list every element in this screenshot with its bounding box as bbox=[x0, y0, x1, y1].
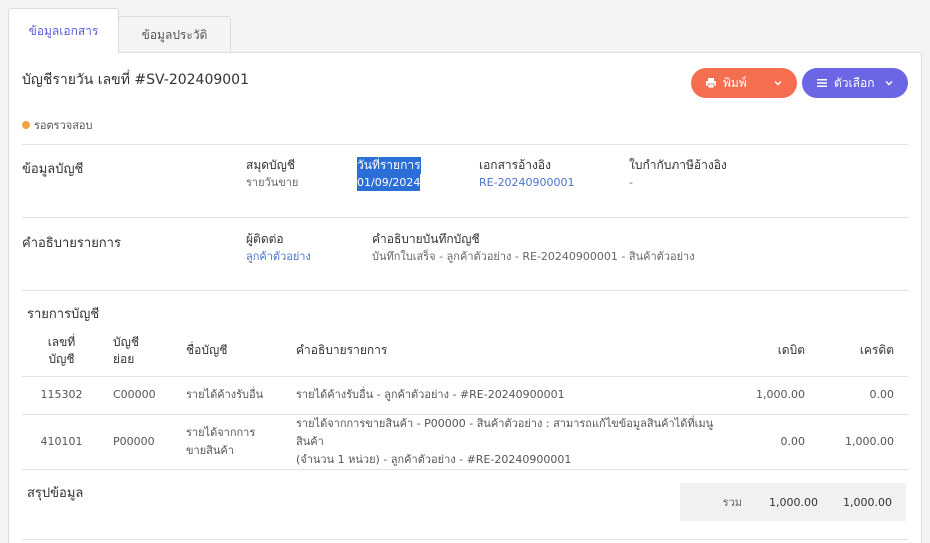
status-text: รอตรวจสอบ bbox=[34, 119, 93, 132]
printer-icon bbox=[706, 78, 716, 89]
contact-label: ผู้ติดต่อ bbox=[246, 232, 284, 246]
cell-debit: 0.00 bbox=[714, 414, 819, 470]
tab-label: ข้อมูลประวัติ bbox=[141, 27, 208, 42]
print-button-label: พิมพ์ bbox=[723, 75, 747, 90]
cell-description: รายได้จากการขายสินค้า - P00000 - สินค้าต… bbox=[284, 414, 714, 470]
cell-debit: 1,000.00 bbox=[714, 376, 819, 415]
menu-icon bbox=[817, 79, 827, 87]
page-title: บัญชีรายวัน เลขที่ #SV-202409001 bbox=[22, 72, 249, 88]
col-debit: เดบิต bbox=[714, 326, 819, 377]
col-account-name: ชื่อบัญชี bbox=[174, 326, 284, 377]
divider bbox=[22, 217, 908, 218]
divider bbox=[22, 144, 908, 145]
ref-doc-field: เอกสารอ้างอิง RE-20240900001 bbox=[479, 157, 575, 191]
tab-document-info[interactable]: ข้อมูลเอกสาร bbox=[8, 8, 119, 53]
ref-doc-label: เอกสารอ้างอิง bbox=[479, 158, 551, 172]
entries-section-label: รายการบัญชี bbox=[27, 307, 100, 322]
tax-ref-field: ใบกำกับภาษีอ้างอิง - bbox=[629, 157, 727, 191]
cell-account-no: 410101 bbox=[22, 414, 101, 470]
table-row: 115302 C00000 รายได้ค้างรับอื่น รายได้ค้… bbox=[22, 376, 908, 415]
total-credit: 1,000.00 bbox=[843, 495, 892, 509]
tab-label: ข้อมูลเอกสาร bbox=[28, 23, 99, 38]
cell-account-no: 115302 bbox=[22, 376, 101, 415]
divider bbox=[22, 290, 908, 291]
tax-ref-label: ใบกำกับภาษีอ้างอิง bbox=[629, 158, 727, 172]
tax-ref-value: - bbox=[629, 176, 633, 189]
journal-entries-table: เลขที่ บัญชี บัญชี ย่อย ชื่อบัญชี คำอธิบ… bbox=[22, 326, 908, 470]
summary-totals: รวม 1,000.00 1,000.00 bbox=[680, 483, 906, 521]
tab-bar: ข้อมูลเอกสาร ข้อมูลประวัติ bbox=[8, 8, 231, 53]
memo-field: คำอธิบายบันทึกบัญชี บันทึกใบเสร็จ - ลูกค… bbox=[372, 231, 695, 265]
cell-description: รายได้ค้างรับอื่น - ลูกค้าตัวอย่าง - #RE… bbox=[284, 376, 714, 415]
status-badge: รอตรวจสอบ bbox=[22, 116, 93, 134]
print-button[interactable]: พิมพ์ bbox=[691, 68, 797, 98]
journal-label: สมุดบัญชี bbox=[246, 158, 296, 172]
memo-value: บันทึกใบเสร็จ - ลูกค้าตัวอย่าง - RE-2024… bbox=[372, 250, 695, 263]
date-field: วันที่รายการ 01/09/2024 bbox=[357, 157, 421, 191]
options-button-label: ตัวเลือก bbox=[834, 75, 875, 90]
total-label: รวม bbox=[722, 496, 742, 509]
cell-credit: 0.00 bbox=[819, 376, 908, 415]
options-button[interactable]: ตัวเลือก bbox=[802, 68, 908, 98]
date-value: 01/09/2024 bbox=[357, 174, 421, 191]
col-credit: เครดิต bbox=[819, 326, 908, 377]
ref-doc-link[interactable]: RE-20240900001 bbox=[479, 174, 575, 191]
document-card: บัญชีรายวัน เลขที่ #SV-202409001 พิมพ์ ต… bbox=[8, 52, 922, 543]
tab-history[interactable]: ข้อมูลประวัติ bbox=[118, 16, 231, 53]
cell-sub-account: P00000 bbox=[101, 414, 174, 470]
cell-credit: 1,000.00 bbox=[819, 414, 908, 470]
journal-value: รายวันขาย bbox=[246, 176, 299, 189]
summary-section-label: สรุปข้อมูล bbox=[27, 486, 84, 501]
chevron-down-icon bbox=[885, 81, 893, 86]
cell-account-name: รายได้จากการ ขายสินค้า bbox=[174, 414, 284, 470]
account-info-section-label: ข้อมูลบัญชี bbox=[22, 162, 84, 177]
col-account-no: เลขที่ บัญชี bbox=[22, 326, 101, 377]
journal-field: สมุดบัญชี รายวันขาย bbox=[246, 157, 298, 191]
contact-link[interactable]: ลูกค้าตัวอย่าง bbox=[246, 248, 311, 265]
table-header-row: เลขที่ บัญชี บัญชี ย่อย ชื่อบัญชี คำอธิบ… bbox=[22, 326, 908, 377]
col-description: คำอธิบายรายการ bbox=[284, 326, 714, 377]
memo-label: คำอธิบายบันทึกบัญชี bbox=[372, 232, 480, 246]
col-sub-account: บัญชี ย่อย bbox=[101, 326, 174, 377]
table-row: 410101 P00000 รายได้จากการ ขายสินค้า ราย… bbox=[22, 414, 908, 470]
description-section-label: คำอธิบายรายการ bbox=[22, 236, 121, 251]
cell-account-name: รายได้ค้างรับอื่น bbox=[174, 376, 284, 415]
status-dot-icon bbox=[22, 121, 30, 129]
cell-sub-account: C00000 bbox=[101, 376, 174, 415]
contact-field: ผู้ติดต่อ ลูกค้าตัวอย่าง bbox=[246, 231, 311, 265]
chevron-down-icon bbox=[774, 81, 782, 86]
date-label: วันที่รายการ bbox=[357, 157, 421, 174]
divider bbox=[22, 539, 908, 540]
total-debit: 1,000.00 bbox=[769, 495, 818, 509]
